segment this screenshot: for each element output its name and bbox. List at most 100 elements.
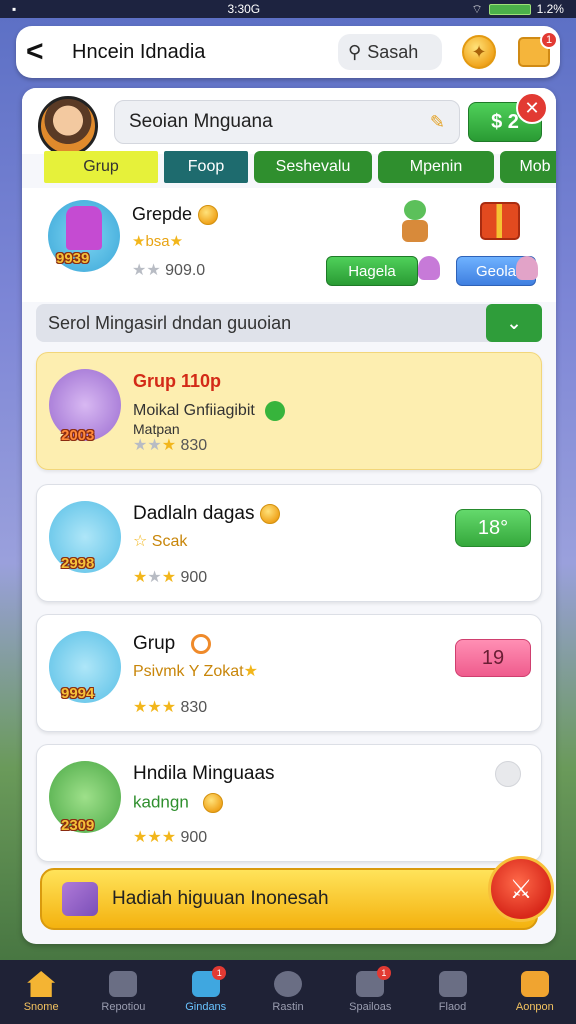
list-card[interactable]: 2309 Hndila Minguaas kadngn ★★★ 900 [36,744,542,862]
status-left: ▪ [12,2,17,16]
player-row: Seoian Mnguana ✎ $ 2 ✕ [22,88,556,156]
featured-character-image: 9939 [48,200,120,272]
card-action-button[interactable]: 19 [455,639,531,677]
more-options-icon[interactable] [495,761,521,787]
card-title: Grup [133,633,211,655]
mini-character-icon-2 [516,256,538,280]
search-label: Sasah [367,41,419,62]
character-portrait-icon: 2309 [49,761,121,834]
player-name-field[interactable]: Seoian Mnguana ✎ [114,100,460,144]
notification-badge: 1 [540,31,558,49]
chest-button[interactable]: 1 [518,31,558,67]
card-rating-value: 830 [180,437,208,454]
featured-stars: ★bsa★ [132,233,184,250]
nav-guild[interactable]: 1 Gindans [165,960,247,1024]
adventurer-icon: 9994 [49,631,121,703]
reward-banner-label: Hadiah higuuan Inonesah [112,888,329,909]
card-title: Dadlaln dagas [133,503,281,525]
search-icon: ⚲ [348,41,362,62]
coin-button[interactable]: ✦ [462,35,496,69]
card-rating: ★★★ 900 [133,829,208,846]
gift-chest-icon: 2998 [49,501,121,573]
treasure-icon: 2003 [49,369,121,444]
nav-battle[interactable]: Rastin [247,960,329,1024]
tab-grup[interactable]: Grup [44,151,158,183]
nav-label: Snome [23,1001,59,1013]
top-bar: < Hncein Idnadia ⚲ Sasah ✦ 1 [16,26,560,78]
card-subtitle-text: Psivmk Y Zokat [133,663,244,680]
featured-rank: ★★ 909.0 [132,262,206,279]
tab-mob[interactable]: Mob [500,151,556,183]
list-card[interactable]: 9994 Grup Psivmk Y Zokat★ ★★★ 830 19 [36,614,542,732]
card-subtitle: kadngn [133,793,223,813]
close-button[interactable]: ✕ [516,92,548,124]
list-card[interactable]: 2998 Dadlaln dagas ☆ Scak ★★★ 900 18° [36,484,542,602]
card-rating-value: 900 [180,569,208,586]
tab-mpenin[interactable]: Mpenin [378,151,494,183]
hagela-button[interactable]: Hagela [326,256,418,286]
battery-icon [488,3,531,15]
home-icon [27,971,56,997]
mini-character-icon [418,256,440,280]
card-badge: 2309 [61,817,95,834]
megaphone-icon [62,882,98,916]
filter-dropdown[interactable]: Serol Mingasirl dndan guuoian ⌄ [36,304,542,342]
swirl-icon [190,633,211,654]
coin-icon [198,205,219,226]
filter-label: Serol Mingasirl dndan guuoian [48,312,292,333]
featured-badge: 9939 [56,250,90,267]
card-rating: ★★★ 830 [133,699,208,716]
card-rating: ★★★ 900 [133,569,208,586]
nav-label: Repotiou [101,1001,146,1013]
card-subtitle-text: Moikal Gnfiiagibit [133,402,255,420]
card-rating: ★★★ 830 [133,437,208,454]
card-badge: 9994 [61,685,95,702]
card-action-button[interactable]: 18° [455,509,531,547]
nav-label: Flaod [438,1001,467,1013]
tab-foop[interactable]: Foop [164,151,248,183]
wifi-icon: ⌔ [471,1,483,16]
card-subtitle-text: Scak [151,533,188,550]
chevron-down-icon[interactable]: ⌄ [486,304,542,342]
gift-box-icon[interactable] [480,202,520,240]
list-card[interactable]: 2003 Grup 110p Moikal Gnfiiagibit Matpan… [36,352,542,470]
featured-title-text: Grepde [132,204,193,224]
nav-special[interactable]: 1 Spailoas [329,960,411,1024]
card-badge: 2998 [61,555,95,572]
player-name: Seoian Mnguana [129,111,273,132]
crossed-swords-icon [273,971,302,997]
tab-bar: Grup Foop Seshevalu Mpenin Mob [44,151,556,183]
nav-label: Aonpon [515,1001,554,1013]
nav-badge: 1 [376,966,391,980]
bottom-nav: Snome Repotiou 1 Gindans Rastin 1 Spailo… [0,960,576,1024]
claim-action-button[interactable]: ⚔ [488,856,554,922]
status-time: 3:30G [227,2,261,16]
status-right: ⌔ 1.2% [471,2,564,17]
nav-friends[interactable]: Flaod [411,960,493,1024]
check-icon [265,401,286,421]
reward-banner[interactable]: Hadiah higuuan Inonesah [40,868,538,930]
search-button[interactable]: ⚲ Sasah [338,34,442,70]
nav-label: Spailoas [349,1001,392,1013]
nav-home[interactable]: Snome [0,960,82,1024]
coin-icon: ✦ [471,41,487,62]
player-avatar[interactable] [38,96,98,156]
nav-label: Gindans [185,1001,227,1013]
card-subtitle: ☆ Scak [133,533,188,550]
tab-seshevalu[interactable]: Seshevalu [254,151,372,183]
featured-stars-text: bsa [145,233,170,250]
battery-percent: 1.2% [536,2,564,16]
page-title: Hncein Idnadia [72,40,206,63]
burger-shop-icon [520,971,549,997]
tools-icon [109,971,138,997]
featured-rank-value: 909.0 [165,262,206,279]
nav-badge: 1 [212,966,227,980]
back-button[interactable]: < [26,35,66,69]
building-icon [438,971,467,997]
nav-report[interactable]: Repotiou [82,960,164,1024]
coin-icon [202,793,223,813]
nav-shop[interactable]: Aonpon [494,960,576,1024]
coin-icon [260,503,281,524]
card-title: Hndila Minguaas [133,763,275,784]
edit-pencil-icon[interactable]: ✎ [430,112,445,133]
